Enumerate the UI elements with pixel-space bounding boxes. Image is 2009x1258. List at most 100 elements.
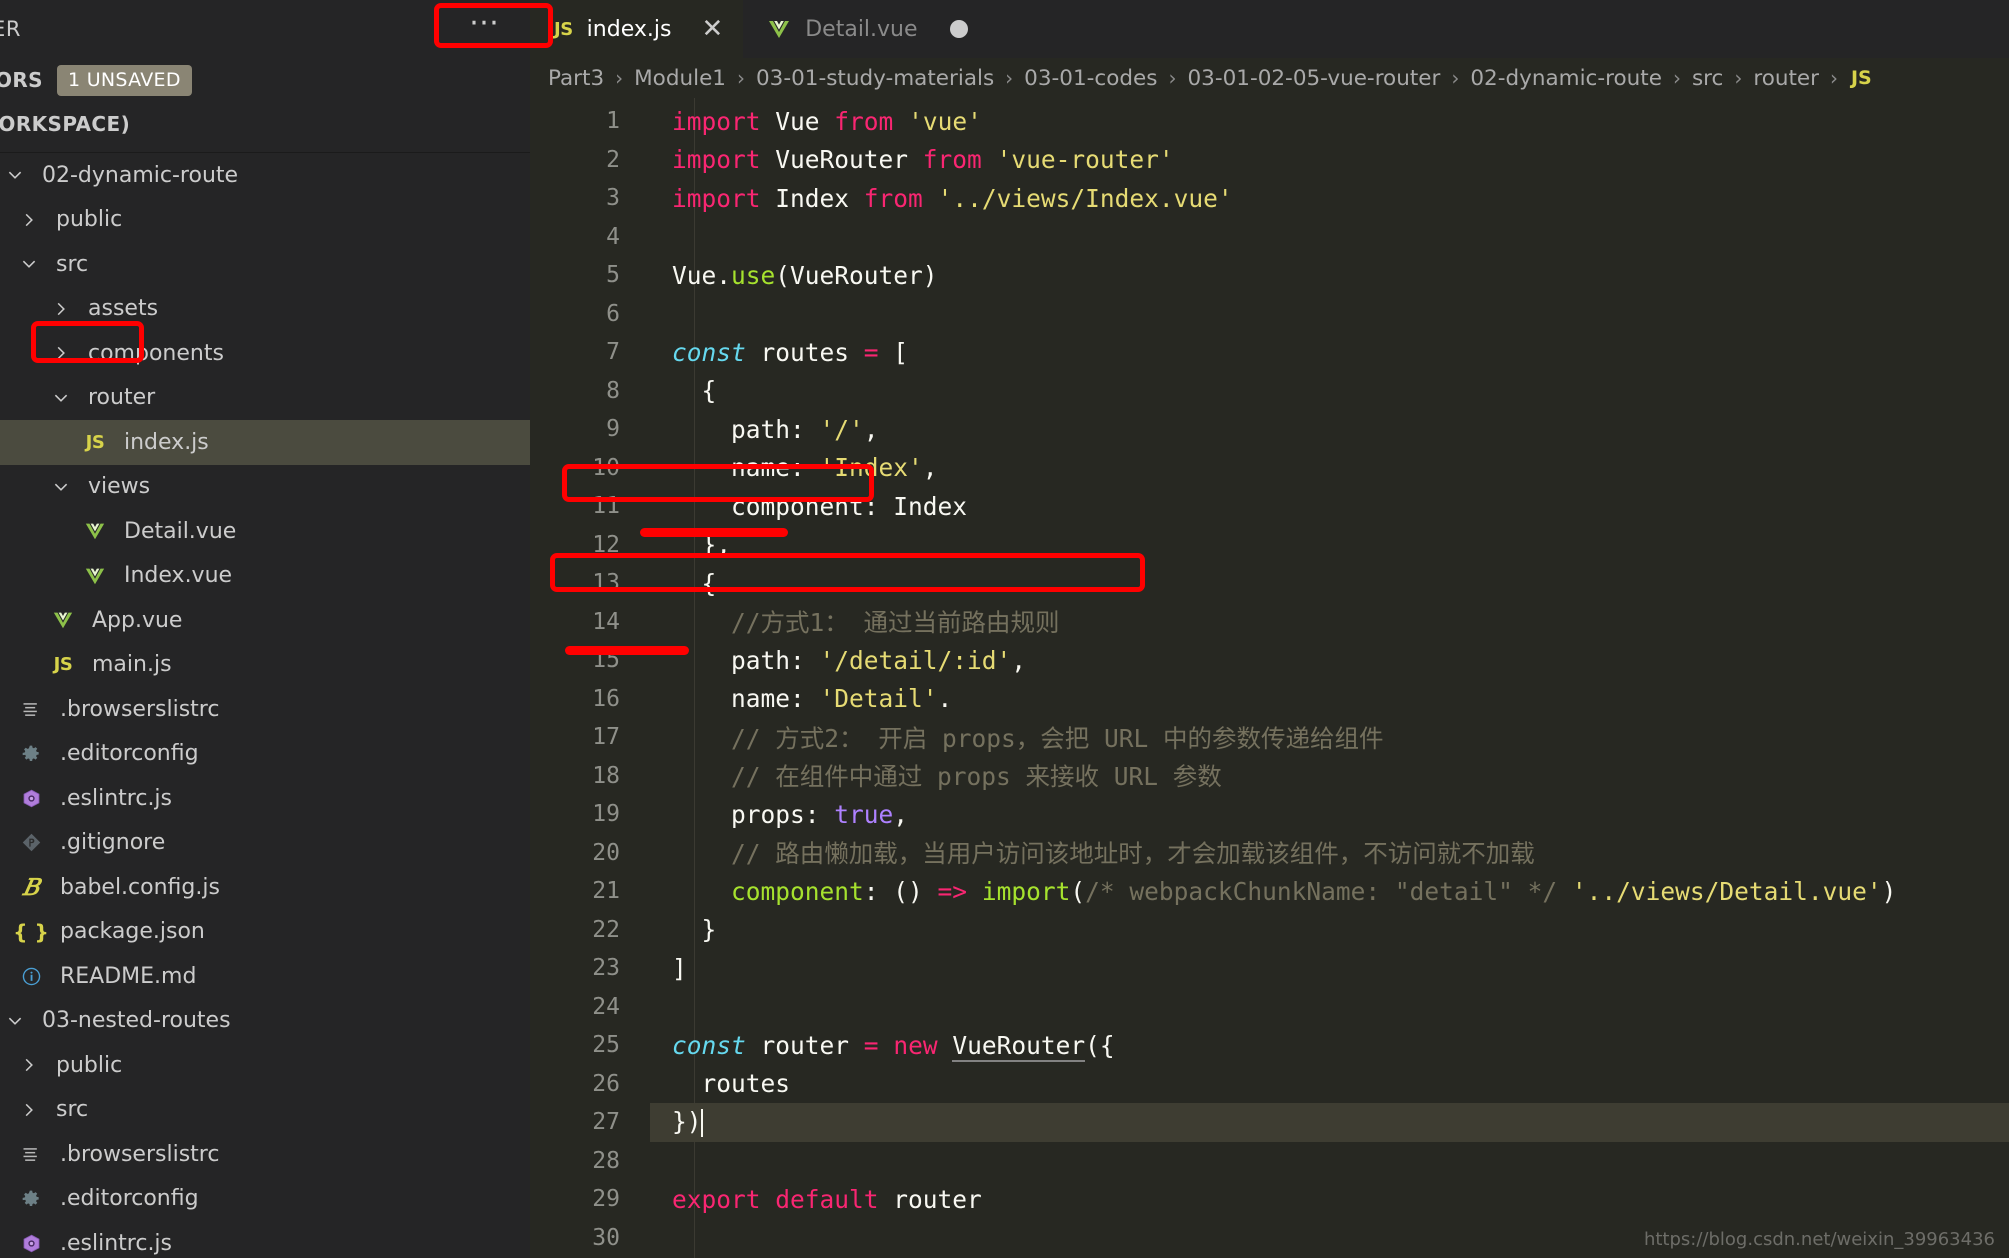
chevron-down-icon: [46, 478, 76, 496]
breadcrumb-separator-icon: ›: [615, 66, 624, 90]
code-line[interactable]: 3 import Index from '../views/Index.vue': [530, 179, 2009, 218]
open-editors-section[interactable]: EDITORS 1 UNSAVED: [0, 58, 530, 102]
tree-item-public[interactable]: public: [0, 1043, 530, 1088]
code-text: },: [672, 530, 732, 560]
tree-item-src[interactable]: src: [0, 1088, 530, 1133]
tree-item-label: src: [56, 1097, 89, 1123]
code-line[interactable]: 14 //方式1： 通过当前路由规则: [530, 603, 2009, 642]
tree-item-src[interactable]: src: [0, 242, 530, 287]
code-text: const routes = [: [672, 337, 909, 367]
code-line[interactable]: 5 Vue.use(VueRouter): [530, 256, 2009, 295]
code-line[interactable]: 10 name: 'Index',: [530, 449, 2009, 488]
tree-item-label: views: [88, 474, 151, 500]
tab-detail-vue[interactable]: Detail.vue: [743, 0, 987, 58]
code-line[interactable]: 21 component: () => import(/* webpackChu…: [530, 872, 2009, 911]
tree-item-02-dynamic-route[interactable]: 02-dynamic-route: [0, 153, 530, 198]
breadcrumb-js-file-icon[interactable]: JS: [1851, 67, 1872, 89]
code-editor[interactable]: 1 import Vue from 'vue' 2 import VueRouter …: [530, 98, 2009, 1258]
tree-item--browserslistrc[interactable]: .browserslistrc: [0, 687, 530, 732]
tree-item-router[interactable]: router: [0, 376, 530, 421]
line-number: 9: [606, 416, 620, 443]
code-line[interactable]: 22 }: [530, 911, 2009, 950]
code-line[interactable]: 1 import Vue from 'vue': [530, 102, 2009, 141]
tab-index-js[interactable]: JS index.js ✕: [530, 0, 744, 58]
tree-item-index-js[interactable]: JS index.js: [0, 420, 530, 465]
tree-item-components[interactable]: components: [0, 331, 530, 376]
breadcrumb-item[interactable]: 02-dynamic-route: [1470, 66, 1662, 91]
code-line[interactable]: 8 {: [530, 372, 2009, 411]
code-line[interactable]: 2 import VueRouter from 'vue-router': [530, 141, 2009, 180]
vue-file-icon: [46, 609, 80, 631]
tree-item-main-js[interactable]: JS main.js: [0, 643, 530, 688]
code-line[interactable]: 16 name: 'Detail'.: [530, 680, 2009, 719]
tree-item-app-vue[interactable]: App.vue: [0, 598, 530, 643]
code-line[interactable]: 6: [530, 295, 2009, 334]
code-line[interactable]: 28: [530, 1142, 2009, 1181]
tree-item-views[interactable]: views: [0, 465, 530, 510]
close-icon[interactable]: ✕: [701, 16, 723, 42]
code-line[interactable]: 18 // 在组件中通过 props 来接收 URL 参数: [530, 757, 2009, 796]
tree-item-package-json[interactable]: { } package.json: [0, 910, 530, 955]
vue-file-icon: [767, 17, 791, 41]
code-text: //方式1： 通过当前路由规则: [672, 608, 1060, 638]
ellipsis-icon[interactable]: ⋯: [469, 8, 502, 40]
tree-item--editorconfig[interactable]: .editorconfig: [0, 1177, 530, 1222]
tree-item--editorconfig[interactable]: .editorconfig: [0, 732, 530, 777]
code-line[interactable]: 7 const routes = [: [530, 333, 2009, 372]
tree-item--eslintrc-js[interactable]: .eslintrc.js: [0, 1221, 530, 1258]
line-number: 22: [592, 916, 620, 943]
breadcrumb-separator-icon: ›: [1734, 66, 1743, 90]
editor-area: JS index.js ✕ Detail.vue Part3 › Module1 › 03-0…: [530, 0, 2009, 1258]
code-line[interactable]: 23]: [530, 949, 2009, 988]
breadcrumb-item[interactable]: Part3: [548, 66, 604, 91]
tree-item-detail-vue[interactable]: Detail.vue: [0, 509, 530, 554]
code-text: const router = new VueRouter({: [672, 1030, 1115, 1062]
code-line[interactable]: 29 export default router: [530, 1180, 2009, 1219]
line-number: 30: [592, 1224, 620, 1251]
code-line[interactable]: 12 },: [530, 526, 2009, 565]
code-line[interactable]: 17 // 方式2： 开启 props，会把 URL 中的参数传递给组件: [530, 718, 2009, 757]
eslint-icon: [14, 788, 48, 809]
line-number: 23: [592, 955, 620, 982]
breadcrumb-item[interactable]: router: [1753, 66, 1819, 91]
workspace-section[interactable]: ED (WORKSPACE): [0, 102, 530, 146]
code-text: // 在组件中通过 props 来接收 URL 参数: [672, 762, 1222, 792]
breadcrumb-item[interactable]: 03-01-codes: [1024, 66, 1157, 91]
breadcrumb-item[interactable]: Module1: [634, 66, 726, 91]
tree-item-03-nested-routes[interactable]: 03-nested-routes: [0, 999, 530, 1044]
line-number: 7: [606, 339, 620, 366]
tree-item-label: Detail.vue: [124, 518, 237, 544]
tree-item-babel-config-js[interactable]: 𝐵babel.config.js: [0, 865, 530, 910]
code-line[interactable]: 24: [530, 988, 2009, 1027]
tree-item-label: main.js: [92, 652, 172, 678]
tree-item-label: 03-nested-routes: [42, 1008, 231, 1034]
explorer-header: ER ⋯: [0, 0, 530, 58]
tree-item-label: README.md: [60, 963, 197, 989]
code-line[interactable]: 25 const router = new VueRouter({: [530, 1026, 2009, 1065]
tab-bar: JS index.js ✕ Detail.vue: [530, 0, 2009, 58]
line-number: 13: [592, 570, 620, 597]
code-line[interactable]: 11 component: Index: [530, 487, 2009, 526]
tree-item--eslintrc-js[interactable]: .eslintrc.js: [0, 776, 530, 821]
breadcrumb-item[interactable]: 03-01-study-materials: [756, 66, 994, 91]
tree-item--browserslistrc[interactable]: .browserslistrc: [0, 1132, 530, 1177]
code-line[interactable]: 15 path: '/detail/:id',: [530, 641, 2009, 680]
code-text: Vue.use(VueRouter): [672, 260, 938, 290]
code-line[interactable]: 26 routes: [530, 1065, 2009, 1104]
code-line[interactable]: 13 {: [530, 564, 2009, 603]
code-line[interactable]: 4: [530, 218, 2009, 257]
tree-item-assets[interactable]: assets: [0, 287, 530, 332]
tree-item-index-vue[interactable]: Index.vue: [0, 554, 530, 599]
breadcrumb-item[interactable]: 03-01-02-05-vue-router: [1187, 66, 1440, 91]
tree-item-public[interactable]: public: [0, 198, 530, 243]
babel-icon: 𝐵: [22, 873, 40, 901]
tree-item-readme-md[interactable]: README.md: [0, 954, 530, 999]
code-line[interactable]: 27}): [530, 1103, 2009, 1142]
breadcrumb-item[interactable]: src: [1692, 66, 1723, 91]
line-number: 8: [606, 377, 620, 404]
code-line[interactable]: 19 props: true,: [530, 795, 2009, 834]
watermark: https://blog.csdn.net/weixin_39963436: [1643, 1229, 1995, 1250]
code-line[interactable]: 9 path: '/',: [530, 410, 2009, 449]
tree-item--gitignore[interactable]: .gitignore: [0, 821, 530, 866]
code-line[interactable]: 20 // 路由懒加载，当用户访问该地址时，才会加载该组件，不访问就不加载: [530, 834, 2009, 873]
